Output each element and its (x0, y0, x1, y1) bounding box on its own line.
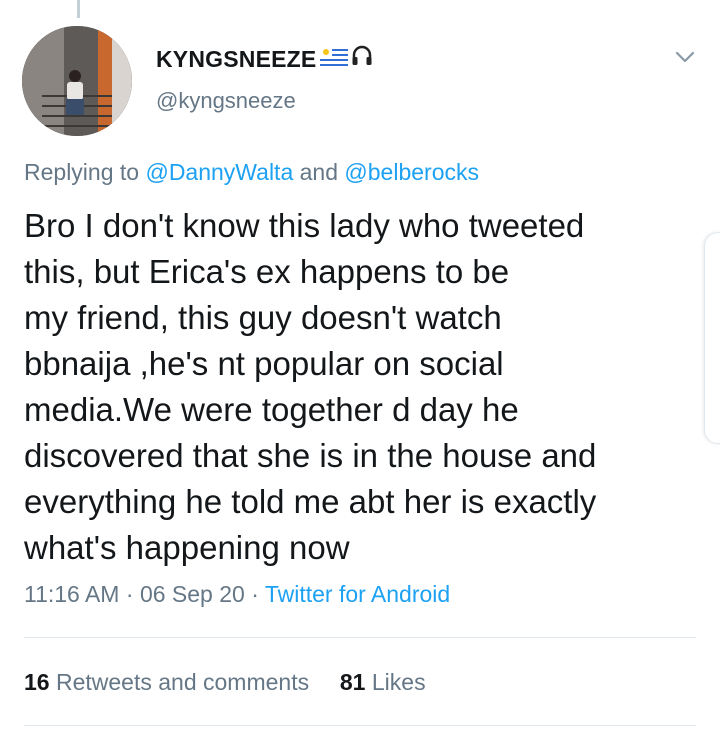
divider (24, 725, 696, 726)
likes-label: Likes (365, 669, 426, 695)
tweet-text: Bro I don't know this lady who tweeted t… (24, 207, 597, 566)
retweets-stat[interactable]: 16 Retweets and comments (24, 669, 309, 695)
likes-stat[interactable]: 81 Likes (340, 669, 426, 695)
replying-prefix: Replying to (24, 159, 146, 185)
user-handle[interactable]: @kyngsneeze (156, 88, 680, 114)
meta-separator: · (244, 581, 265, 607)
retweets-count: 16 (24, 669, 50, 695)
tweet-stats: 16 Retweets and comments 81 Likes (24, 669, 426, 696)
replying-joiner: and (293, 159, 345, 185)
flag-icon (320, 46, 349, 73)
avatar[interactable] (22, 26, 132, 136)
tweet-meta: 11:16 AM · 06 Sep 20 · Twitter for Andro… (24, 581, 450, 608)
tweet-source-link[interactable]: Twitter for Android (265, 581, 450, 607)
tweet-header: KYNGSNEEZE @kyngsneeze (156, 44, 680, 114)
reply-mention-dannywalta[interactable]: @DannyWalta (145, 159, 293, 185)
tweet-time: 11:16 AM (24, 581, 120, 607)
thread-connector-line (77, 0, 80, 18)
likes-count: 81 (339, 669, 366, 695)
tweet-date: 06 Sep 20 (139, 581, 245, 607)
side-panel-edge[interactable] (704, 232, 720, 444)
headphones-icon (350, 44, 374, 74)
display-name[interactable]: KYNGSNEEZE (156, 46, 316, 73)
chevron-down-icon[interactable] (674, 46, 696, 68)
divider (24, 637, 696, 638)
meta-separator: · (119, 581, 140, 607)
display-name-row[interactable]: KYNGSNEEZE (156, 44, 680, 74)
reply-mention-belberocks[interactable]: @belberocks (344, 159, 479, 185)
avatar-photo (22, 26, 132, 136)
replying-to: Replying to @DannyWalta and @belberocks (24, 159, 479, 186)
retweets-label: Retweets and comments (49, 669, 310, 695)
